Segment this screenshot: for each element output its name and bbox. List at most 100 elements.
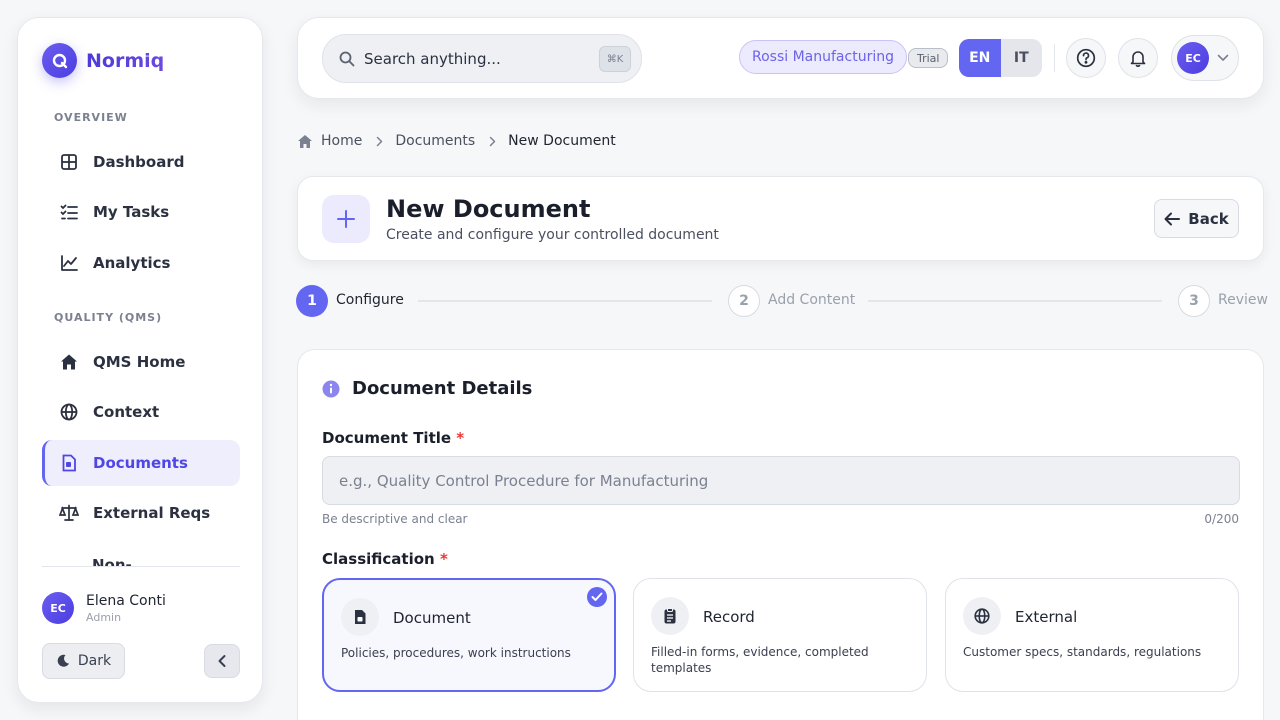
globe-icon <box>963 597 1001 635</box>
document-icon <box>59 453 79 473</box>
option-description: Policies, procedures, work instructions <box>341 646 571 660</box>
language-toggle: EN IT <box>959 39 1042 77</box>
grid-icon <box>59 152 79 172</box>
sidebar: Normiq OVERVIEW Dashboard My Tasks Analy… <box>17 17 263 703</box>
sidebar-item-documents[interactable]: Documents <box>42 440 240 486</box>
page-title: New Document <box>386 195 591 223</box>
nav-section-overview: OVERVIEW <box>54 111 128 124</box>
logo-mark-icon <box>42 43 77 78</box>
breadcrumb: Home Documents New Document <box>297 131 616 151</box>
avatar: EC <box>42 592 74 624</box>
classification-option-record[interactable]: Record Filled-in forms, evidence, comple… <box>633 578 927 692</box>
document-title-placeholder: e.g., Quality Control Procedure for Manu… <box>339 471 709 490</box>
scale-icon <box>59 503 79 523</box>
bell-icon <box>1129 49 1147 67</box>
sidebar-item-my-tasks[interactable]: My Tasks <box>42 189 240 235</box>
top-bar: Search anything... ⌘K Rossi Manufacturin… <box>297 17 1264 99</box>
plus-icon <box>322 195 370 243</box>
required-mark: * <box>439 550 448 568</box>
home-icon <box>297 134 313 149</box>
checklist-icon <box>59 202 79 222</box>
classification-option-document[interactable]: Document Policies, procedures, work inst… <box>322 578 616 692</box>
option-title: External <box>1015 608 1078 626</box>
document-title-hint: Be descriptive and clear <box>322 512 468 526</box>
language-en-button[interactable]: EN <box>959 39 1001 77</box>
chevron-right-icon <box>489 136 496 147</box>
sidebar-item-label: Context <box>93 403 160 421</box>
notifications-button[interactable] <box>1118 38 1158 78</box>
document-title-input[interactable]: e.g., Quality Control Procedure for Manu… <box>322 456 1240 505</box>
dark-mode-label: Dark <box>77 653 112 669</box>
sidebar-divider <box>42 566 240 567</box>
help-icon <box>1076 48 1096 68</box>
step-3-label: Review <box>1218 292 1268 308</box>
nav-section-qms: QUALITY (QMS) <box>54 311 163 324</box>
sidebar-item-label: Dashboard <box>93 153 185 171</box>
globe-icon <box>59 402 79 422</box>
sidebar-item-label: Analytics <box>93 254 171 272</box>
collapse-sidebar-button[interactable] <box>204 644 240 678</box>
document-icon <box>341 598 379 636</box>
step-1-number[interactable]: 1 <box>296 285 328 317</box>
app-logo[interactable]: Normiq <box>42 43 164 78</box>
back-button[interactable]: Back <box>1154 199 1239 238</box>
user-name: Elena Conti <box>86 592 166 609</box>
search-placeholder: Search anything... <box>364 49 501 68</box>
step-connector <box>868 300 1162 302</box>
option-title: Record <box>703 608 755 626</box>
info-icon <box>322 380 340 398</box>
app-name: Normiq <box>86 49 165 72</box>
dark-mode-button[interactable]: Dark <box>42 643 125 679</box>
step-2-number[interactable]: 2 <box>728 285 760 317</box>
sidebar-item-analytics[interactable]: Analytics <box>42 240 240 286</box>
chevron-right-icon <box>376 136 383 147</box>
user-role: Admin <box>86 610 122 624</box>
clipboard-icon <box>651 597 689 635</box>
sidebar-item-dashboard[interactable]: Dashboard <box>42 139 240 185</box>
breadcrumb-home[interactable]: Home <box>321 133 362 149</box>
chevron-down-icon <box>1217 54 1229 62</box>
step-1-label: Configure <box>336 292 404 308</box>
back-label: Back <box>1188 209 1229 228</box>
sidebar-item-label: QMS Home <box>93 353 186 371</box>
step-3-number[interactable]: 3 <box>1178 285 1210 317</box>
check-icon <box>587 587 607 607</box>
sidebar-item-qms-home[interactable]: QMS Home <box>42 339 240 385</box>
home-icon <box>59 352 79 372</box>
classification-option-external[interactable]: External Customer specs, standards, regu… <box>945 578 1239 692</box>
language-it-button[interactable]: IT <box>1001 39 1043 77</box>
organization-selector[interactable]: Rossi Manufacturing <box>739 40 907 74</box>
profile-menu-button[interactable]: EC <box>1171 35 1239 81</box>
page-subtitle: Create and configure your controlled doc… <box>386 227 719 243</box>
option-description: Customer specs, standards, regulations <box>963 645 1202 659</box>
step-connector <box>418 300 712 302</box>
moon-icon <box>56 654 78 668</box>
sidebar-item-label: External Reqs <box>93 504 211 522</box>
chevron-left-icon <box>217 654 227 668</box>
breadcrumb-current: New Document <box>508 133 616 149</box>
option-title: Document <box>393 609 471 627</box>
breadcrumb-documents[interactable]: Documents <box>395 133 475 149</box>
arrow-left-icon <box>1164 212 1188 226</box>
user-profile[interactable]: EC Elena Conti Admin <box>42 592 166 624</box>
search-input[interactable]: Search anything... ⌘K <box>322 34 642 83</box>
character-counter: 0/200 <box>1204 512 1239 526</box>
required-mark: * <box>456 429 465 447</box>
document-title-label: Document Title * <box>322 429 465 447</box>
search-icon <box>339 51 355 67</box>
document-details-card: Document Details Document Title * e.g., … <box>297 349 1264 720</box>
plan-badge: Trial <box>908 48 949 68</box>
chart-line-icon <box>59 253 79 273</box>
section-title: Document Details <box>352 378 533 399</box>
avatar: EC <box>1177 42 1209 74</box>
step-2-label: Add Content <box>768 292 856 308</box>
sidebar-item-non[interactable]: Non- <box>42 553 240 567</box>
search-shortcut: ⌘K <box>599 46 631 72</box>
sidebar-item-external-reqs[interactable]: External Reqs <box>42 490 240 536</box>
classification-label: Classification * <box>322 550 448 568</box>
help-button[interactable] <box>1066 38 1106 78</box>
sidebar-item-label: My Tasks <box>93 203 170 221</box>
sidebar-item-label: Documents <box>93 454 188 472</box>
page-header: New Document Create and configure your c… <box>297 176 1264 261</box>
sidebar-item-context[interactable]: Context <box>42 389 240 435</box>
